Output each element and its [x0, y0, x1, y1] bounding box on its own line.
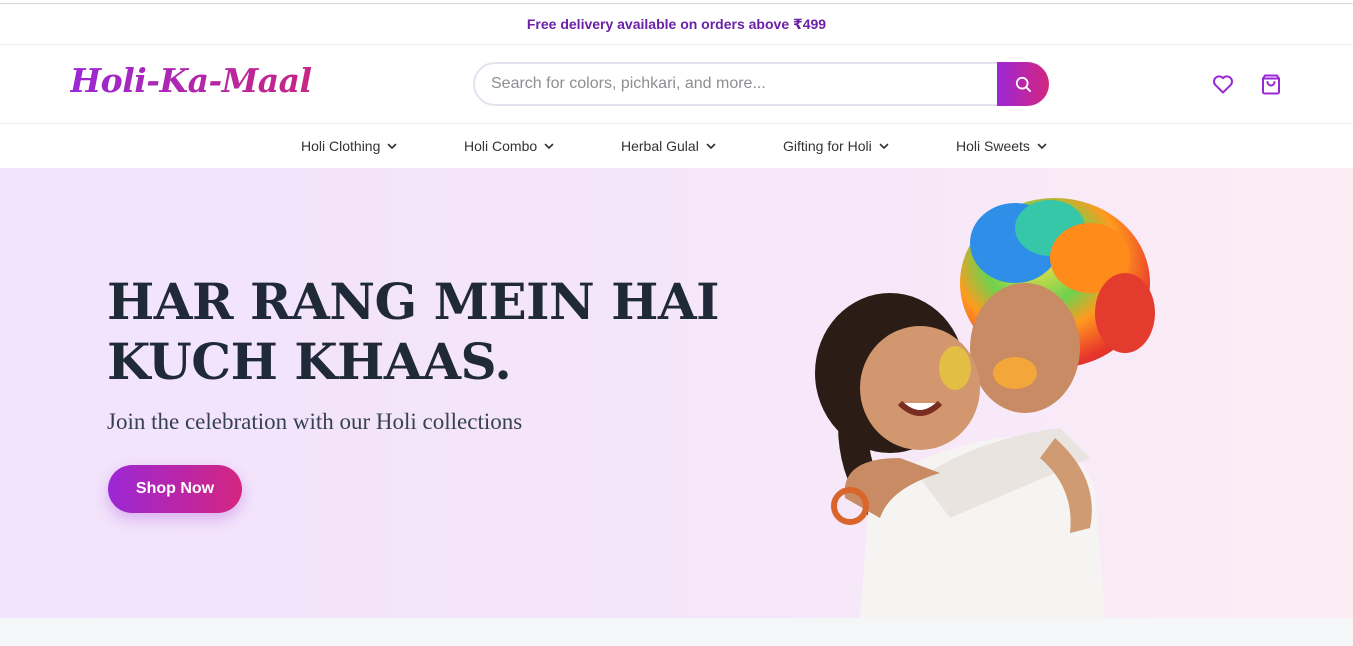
hero-title: HAR RANG MEIN HAI KUCH KHAAS.	[107, 272, 747, 392]
chevron-down-icon	[543, 140, 555, 152]
search-icon	[1013, 74, 1033, 94]
site-header: Holi-Ka-Maal	[0, 45, 1353, 124]
chevron-down-icon	[386, 140, 398, 152]
hero-title-line-1: HAR RANG MEIN HAI	[107, 272, 720, 331]
nav-item-label: Herbal Gulal	[621, 138, 699, 154]
hero-image	[800, 188, 1180, 618]
nav-item-label: Holi Combo	[464, 138, 538, 154]
nav-item-gifting-for-holi[interactable]: Gifting for Holi	[783, 124, 890, 168]
logo[interactable]: Holi-Ka-Maal	[70, 59, 312, 103]
shop-now-button[interactable]: Shop Now	[108, 465, 242, 513]
nav-item-holi-sweets[interactable]: Holi Sweets	[956, 124, 1048, 168]
main-nav: Holi Clothing Holi Combo Herbal Gulal Gi…	[0, 124, 1353, 168]
announcement-bar: Free delivery available on orders above …	[0, 4, 1353, 45]
heart-icon	[1211, 72, 1235, 96]
hero-banner: HAR RANG MEIN HAI KUCH KHAAS. Join the c…	[0, 168, 1353, 618]
search-button[interactable]	[997, 62, 1049, 106]
hero-subtitle: Join the celebration with our Holi colle…	[107, 409, 523, 434]
nav-item-label: Gifting for Holi	[783, 138, 872, 154]
nav-item-label: Holi Sweets	[956, 138, 1030, 154]
chevron-down-icon	[878, 140, 890, 152]
shopping-bag-icon	[1259, 72, 1283, 96]
hero-title-line-2: KUCH KHAAS.	[107, 332, 512, 391]
nav-item-herbal-gulal[interactable]: Herbal Gulal	[621, 124, 717, 168]
nav-item-holi-combo[interactable]: Holi Combo	[464, 124, 555, 168]
chevron-down-icon	[1036, 140, 1048, 152]
search-input[interactable]	[473, 62, 997, 106]
next-section	[0, 618, 1353, 646]
chevron-down-icon	[705, 140, 717, 152]
nav-item-holi-clothing[interactable]: Holi Clothing	[301, 124, 398, 168]
announcement-text: Free delivery available on orders above …	[526, 15, 827, 32]
wishlist-button[interactable]	[1210, 71, 1236, 97]
page: Free delivery available on orders above …	[0, 0, 1353, 646]
search-bar	[473, 62, 1049, 106]
nav-item-label: Holi Clothing	[301, 138, 381, 154]
cart-button[interactable]	[1258, 71, 1284, 97]
